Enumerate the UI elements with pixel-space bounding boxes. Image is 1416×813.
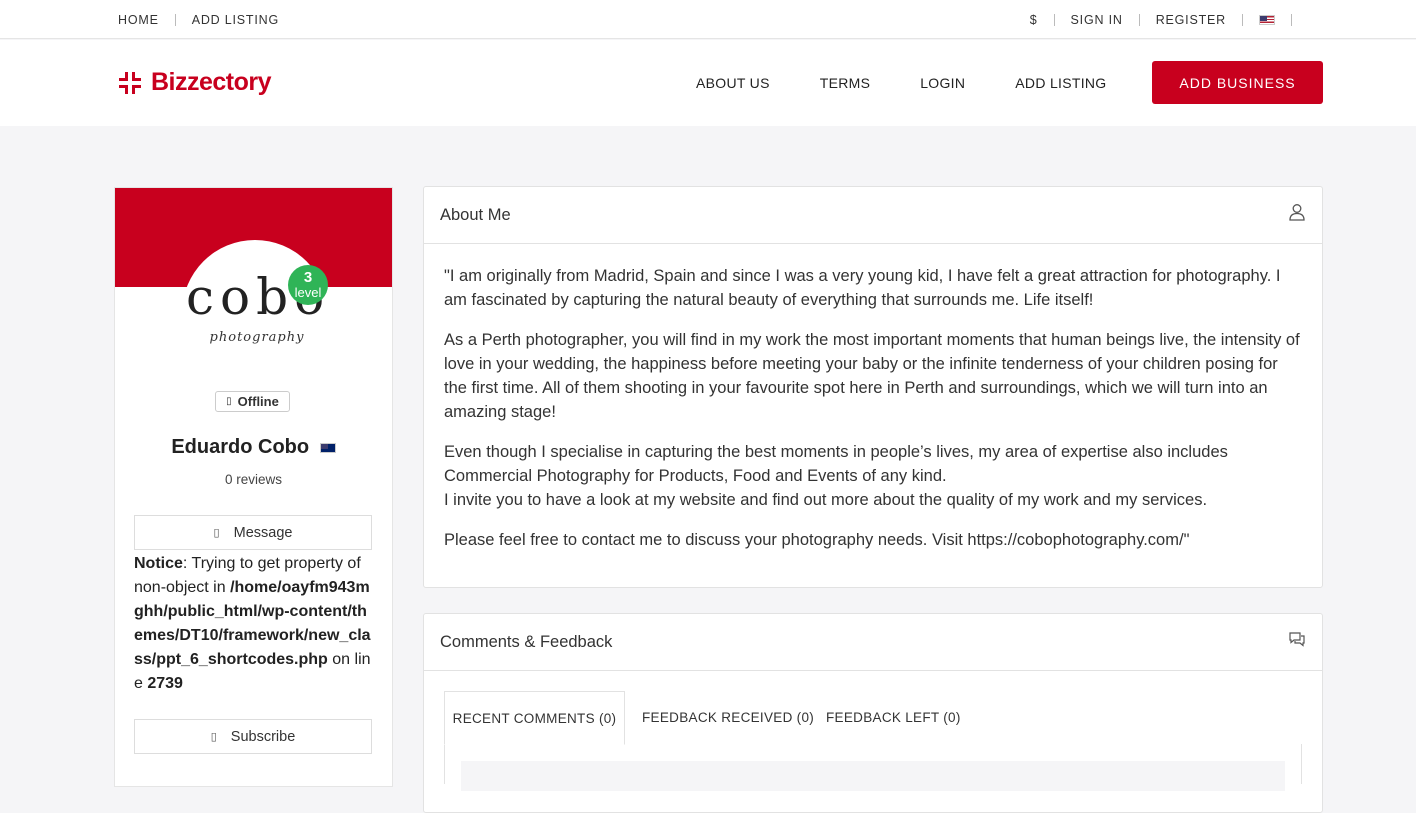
divider <box>1138 13 1140 26</box>
level-label: level <box>294 285 322 300</box>
register-link[interactable]: REGISTER <box>1156 13 1226 27</box>
tab-pane-content <box>461 761 1285 791</box>
about-paragraph: "I am originally from Madrid, Spain and … <box>444 267 1281 309</box>
divider <box>174 13 176 26</box>
notice-label: Notice <box>134 555 183 572</box>
subscribe-label: Subscribe <box>230 728 296 745</box>
profile-name: Eduardo Cobo <box>114 436 393 459</box>
tab-recent-comments[interactable]: RECENT COMMENTS (0) <box>444 691 625 745</box>
main-nav: ABOUT US TERMS LOGIN ADD LISTING <box>696 40 1157 126</box>
add-business-button[interactable]: ADD BUSINESS <box>1152 61 1323 104</box>
nav-add-listing[interactable]: ADD LISTING <box>1015 75 1106 91</box>
avatar-logo-subtext: photography <box>209 330 305 345</box>
message-button[interactable]: ▯ Message <box>134 515 372 550</box>
notice-line: 2739 <box>147 675 183 692</box>
user-icon <box>1289 204 1305 221</box>
nav-about-us[interactable]: ABOUT US <box>696 75 770 91</box>
comments-icon <box>1289 632 1305 647</box>
site-logo[interactable]: Bizzectory <box>119 68 272 97</box>
us-flag-icon[interactable] <box>1259 14 1275 25</box>
tab-pane <box>444 744 1302 791</box>
about-me-header: About Me <box>424 187 1322 244</box>
profile-card: cobo photography <box>114 187 393 787</box>
status-text: Offline <box>237 394 279 409</box>
reviews-count[interactable]: 0 reviews <box>114 472 393 487</box>
top-link-add-listing[interactable]: ADD LISTING <box>192 13 279 27</box>
message-icon: ▯ <box>213 527 220 539</box>
message-label: Message <box>233 524 293 541</box>
top-bar-right: $ SIGN IN REGISTER <box>1030 0 1308 39</box>
about-me-card: About Me "I am originally from Madrid, S… <box>423 186 1323 588</box>
subscribe-icon: ▯ <box>210 731 217 743</box>
top-bar-left: HOME ADD LISTING <box>118 0 279 39</box>
nav-login[interactable]: LOGIN <box>920 75 965 91</box>
about-me-body: "I am originally from Madrid, Spain and … <box>424 244 1322 552</box>
top-bar: HOME ADD LISTING $ SIGN IN REGISTER <box>0 0 1416 39</box>
au-flag-icon <box>319 442 336 453</box>
comments-header: Comments & Feedback <box>424 614 1322 671</box>
subscribe-button[interactable]: ▯ Subscribe <box>134 719 372 754</box>
status-badge: ▯ Offline <box>215 391 290 412</box>
php-notice: Notice: Trying to get property of non-ob… <box>134 552 374 696</box>
main-header: Bizzectory ABOUT US TERMS LOGIN ADD LIST… <box>0 40 1416 126</box>
status-icon: ▯ <box>226 396 232 407</box>
logo-mark-icon <box>119 71 141 94</box>
comments-title: Comments & Feedback <box>440 632 613 651</box>
logo-text: Bizzectory <box>151 68 272 96</box>
profile-name-text: Eduardo Cobo <box>171 436 310 458</box>
divider <box>1291 13 1292 26</box>
divider <box>1242 13 1243 26</box>
currency-selector[interactable]: $ <box>1030 13 1038 27</box>
comments-card: Comments & Feedback RECENT COMMENTS (0) … <box>423 613 1323 813</box>
about-paragraph: As a Perth photographer, you will find i… <box>444 331 1300 421</box>
about-me-title: About Me <box>440 205 511 224</box>
level-badge: 3 level <box>288 265 328 305</box>
top-link-home[interactable]: HOME <box>118 13 159 27</box>
nav-terms[interactable]: TERMS <box>820 75 871 91</box>
about-paragraph: Please feel free to contact me to discus… <box>444 531 1190 549</box>
about-paragraph: Even though I specialise in capturing th… <box>444 443 1228 509</box>
sign-in-link[interactable]: SIGN IN <box>1071 13 1123 27</box>
divider <box>1053 13 1055 26</box>
level-number: 3 <box>303 269 313 286</box>
tab-feedback-left[interactable]: FEEDBACK LEFT (0) <box>826 691 961 744</box>
avatar: cobo photography <box>182 240 328 386</box>
tab-feedback-received[interactable]: FEEDBACK RECEIVED (0) <box>642 691 814 744</box>
